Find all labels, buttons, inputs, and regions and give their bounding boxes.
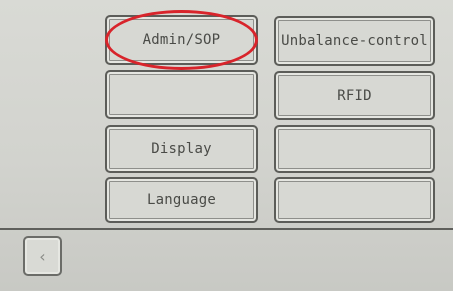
empty-button-right-row-4[interactable] [274,177,435,223]
back-button[interactable]: ‹ [23,236,62,276]
empty-button-right-row-3[interactable] [274,125,435,173]
chevron-left-icon: ‹ [39,246,46,266]
language-button[interactable]: Language [105,177,258,223]
admin-sop-button[interactable]: Admin/SOP [105,15,258,65]
rfid-button[interactable]: RFID [274,71,435,120]
bottom-divider [0,228,453,230]
unbalance-control-button[interactable]: Unbalance-control [274,16,435,66]
touch-screen: Admin/SOP Unbalance-control RFID Display… [0,0,453,291]
display-button[interactable]: Display [105,125,258,173]
empty-button-left-row-2[interactable] [105,70,258,119]
